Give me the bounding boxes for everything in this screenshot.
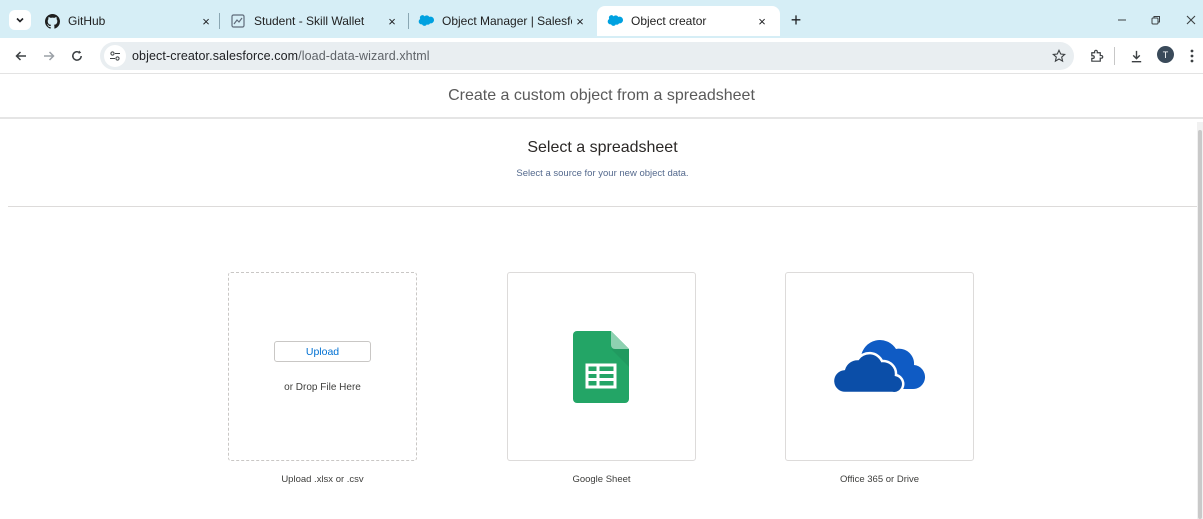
tab-label: GitHub	[68, 14, 106, 28]
step-subtitle: Select a source for your new object data…	[516, 168, 689, 179]
bookmark-star-icon[interactable]	[1050, 47, 1068, 65]
google-sheet-caption: Google Sheet	[572, 474, 631, 485]
step-header: Select a spreadsheet Select a source for…	[8, 121, 1197, 207]
restore-icon	[1151, 16, 1160, 25]
close-icon	[1186, 15, 1196, 25]
onedrive-cloud-icon	[834, 335, 926, 393]
arrow-left-icon	[15, 51, 26, 61]
chevron-down-icon	[16, 17, 24, 23]
reload-icon	[72, 50, 82, 61]
page-title: Create a custom object from a spreadshee…	[448, 86, 755, 104]
scrollbar-thumb[interactable]	[1198, 130, 1202, 519]
upload-button[interactable]: Upload	[274, 341, 371, 362]
puzzle-icon	[1090, 49, 1103, 62]
toolbar-divider	[1114, 47, 1115, 65]
browser-menu-button[interactable]	[1182, 46, 1202, 66]
salesforce-cloud-icon	[418, 13, 434, 29]
tab-label: Student - Skill Wallet	[254, 14, 365, 28]
upload-dropzone[interactable]: Upload or Drop File Here	[228, 272, 417, 461]
tab-label: Object creator	[631, 14, 707, 28]
close-tab-icon[interactable]: ×	[572, 13, 588, 29]
browser-toolbar: object-creator.salesforce.com/load-data-…	[0, 38, 1203, 74]
reload-button[interactable]	[67, 46, 87, 66]
upload-caption: Upload .xlsx or .csv	[281, 474, 364, 485]
download-icon	[1131, 50, 1141, 62]
drop-file-text: or Drop File Here	[284, 382, 361, 393]
skill-wallet-icon	[230, 13, 246, 29]
page-header: Create a custom object from a spreadshee…	[0, 74, 1203, 119]
close-tab-icon[interactable]: ×	[754, 13, 770, 29]
back-button[interactable]	[11, 46, 31, 66]
google-sheets-icon	[573, 331, 629, 403]
new-tab-button[interactable]: +	[786, 10, 806, 30]
url-path: /load-data-wizard.xhtml	[298, 49, 430, 63]
tab-search-button[interactable]	[9, 10, 31, 30]
google-sheet-option[interactable]	[507, 272, 696, 461]
tab-object-manager[interactable]: Object Manager | Salesforce ×	[408, 6, 598, 36]
tab-skill-wallet[interactable]: Student - Skill Wallet ×	[220, 6, 410, 36]
close-tab-icon[interactable]: ×	[198, 13, 214, 29]
salesforce-cloud-icon	[607, 13, 623, 29]
step-title: Select a spreadsheet	[527, 139, 678, 156]
minimize-icon	[1118, 19, 1126, 21]
kebab-menu-icon	[1190, 49, 1194, 63]
office-365-caption: Office 365 or Drive	[839, 474, 920, 485]
tab-github[interactable]: GitHub ×	[34, 6, 224, 36]
github-icon	[44, 13, 60, 29]
tab-object-creator[interactable]: Object creator ×	[597, 6, 780, 36]
close-window-button[interactable]	[1181, 10, 1201, 30]
forward-button[interactable]	[39, 46, 59, 66]
minimize-button[interactable]	[1112, 10, 1132, 30]
tab-strip: GitHub × Student - Skill Wallet × Object…	[0, 0, 1203, 38]
tab-label: Object Manager | Salesforce	[442, 14, 572, 28]
office-365-option[interactable]	[785, 272, 974, 461]
profile-avatar[interactable]: T	[1157, 46, 1174, 63]
url-text[interactable]: object-creator.salesforce.com/load-data-…	[132, 49, 430, 63]
site-info-icon[interactable]	[104, 45, 126, 67]
extensions-button[interactable]	[1086, 46, 1106, 66]
restore-button[interactable]	[1146, 10, 1166, 30]
url-host: object-creator.salesforce.com	[132, 49, 299, 63]
arrow-right-icon	[44, 51, 55, 61]
downloads-button[interactable]	[1126, 46, 1146, 66]
close-tab-icon[interactable]: ×	[384, 13, 400, 29]
address-bar[interactable]: object-creator.salesforce.com/load-data-…	[100, 42, 1074, 70]
